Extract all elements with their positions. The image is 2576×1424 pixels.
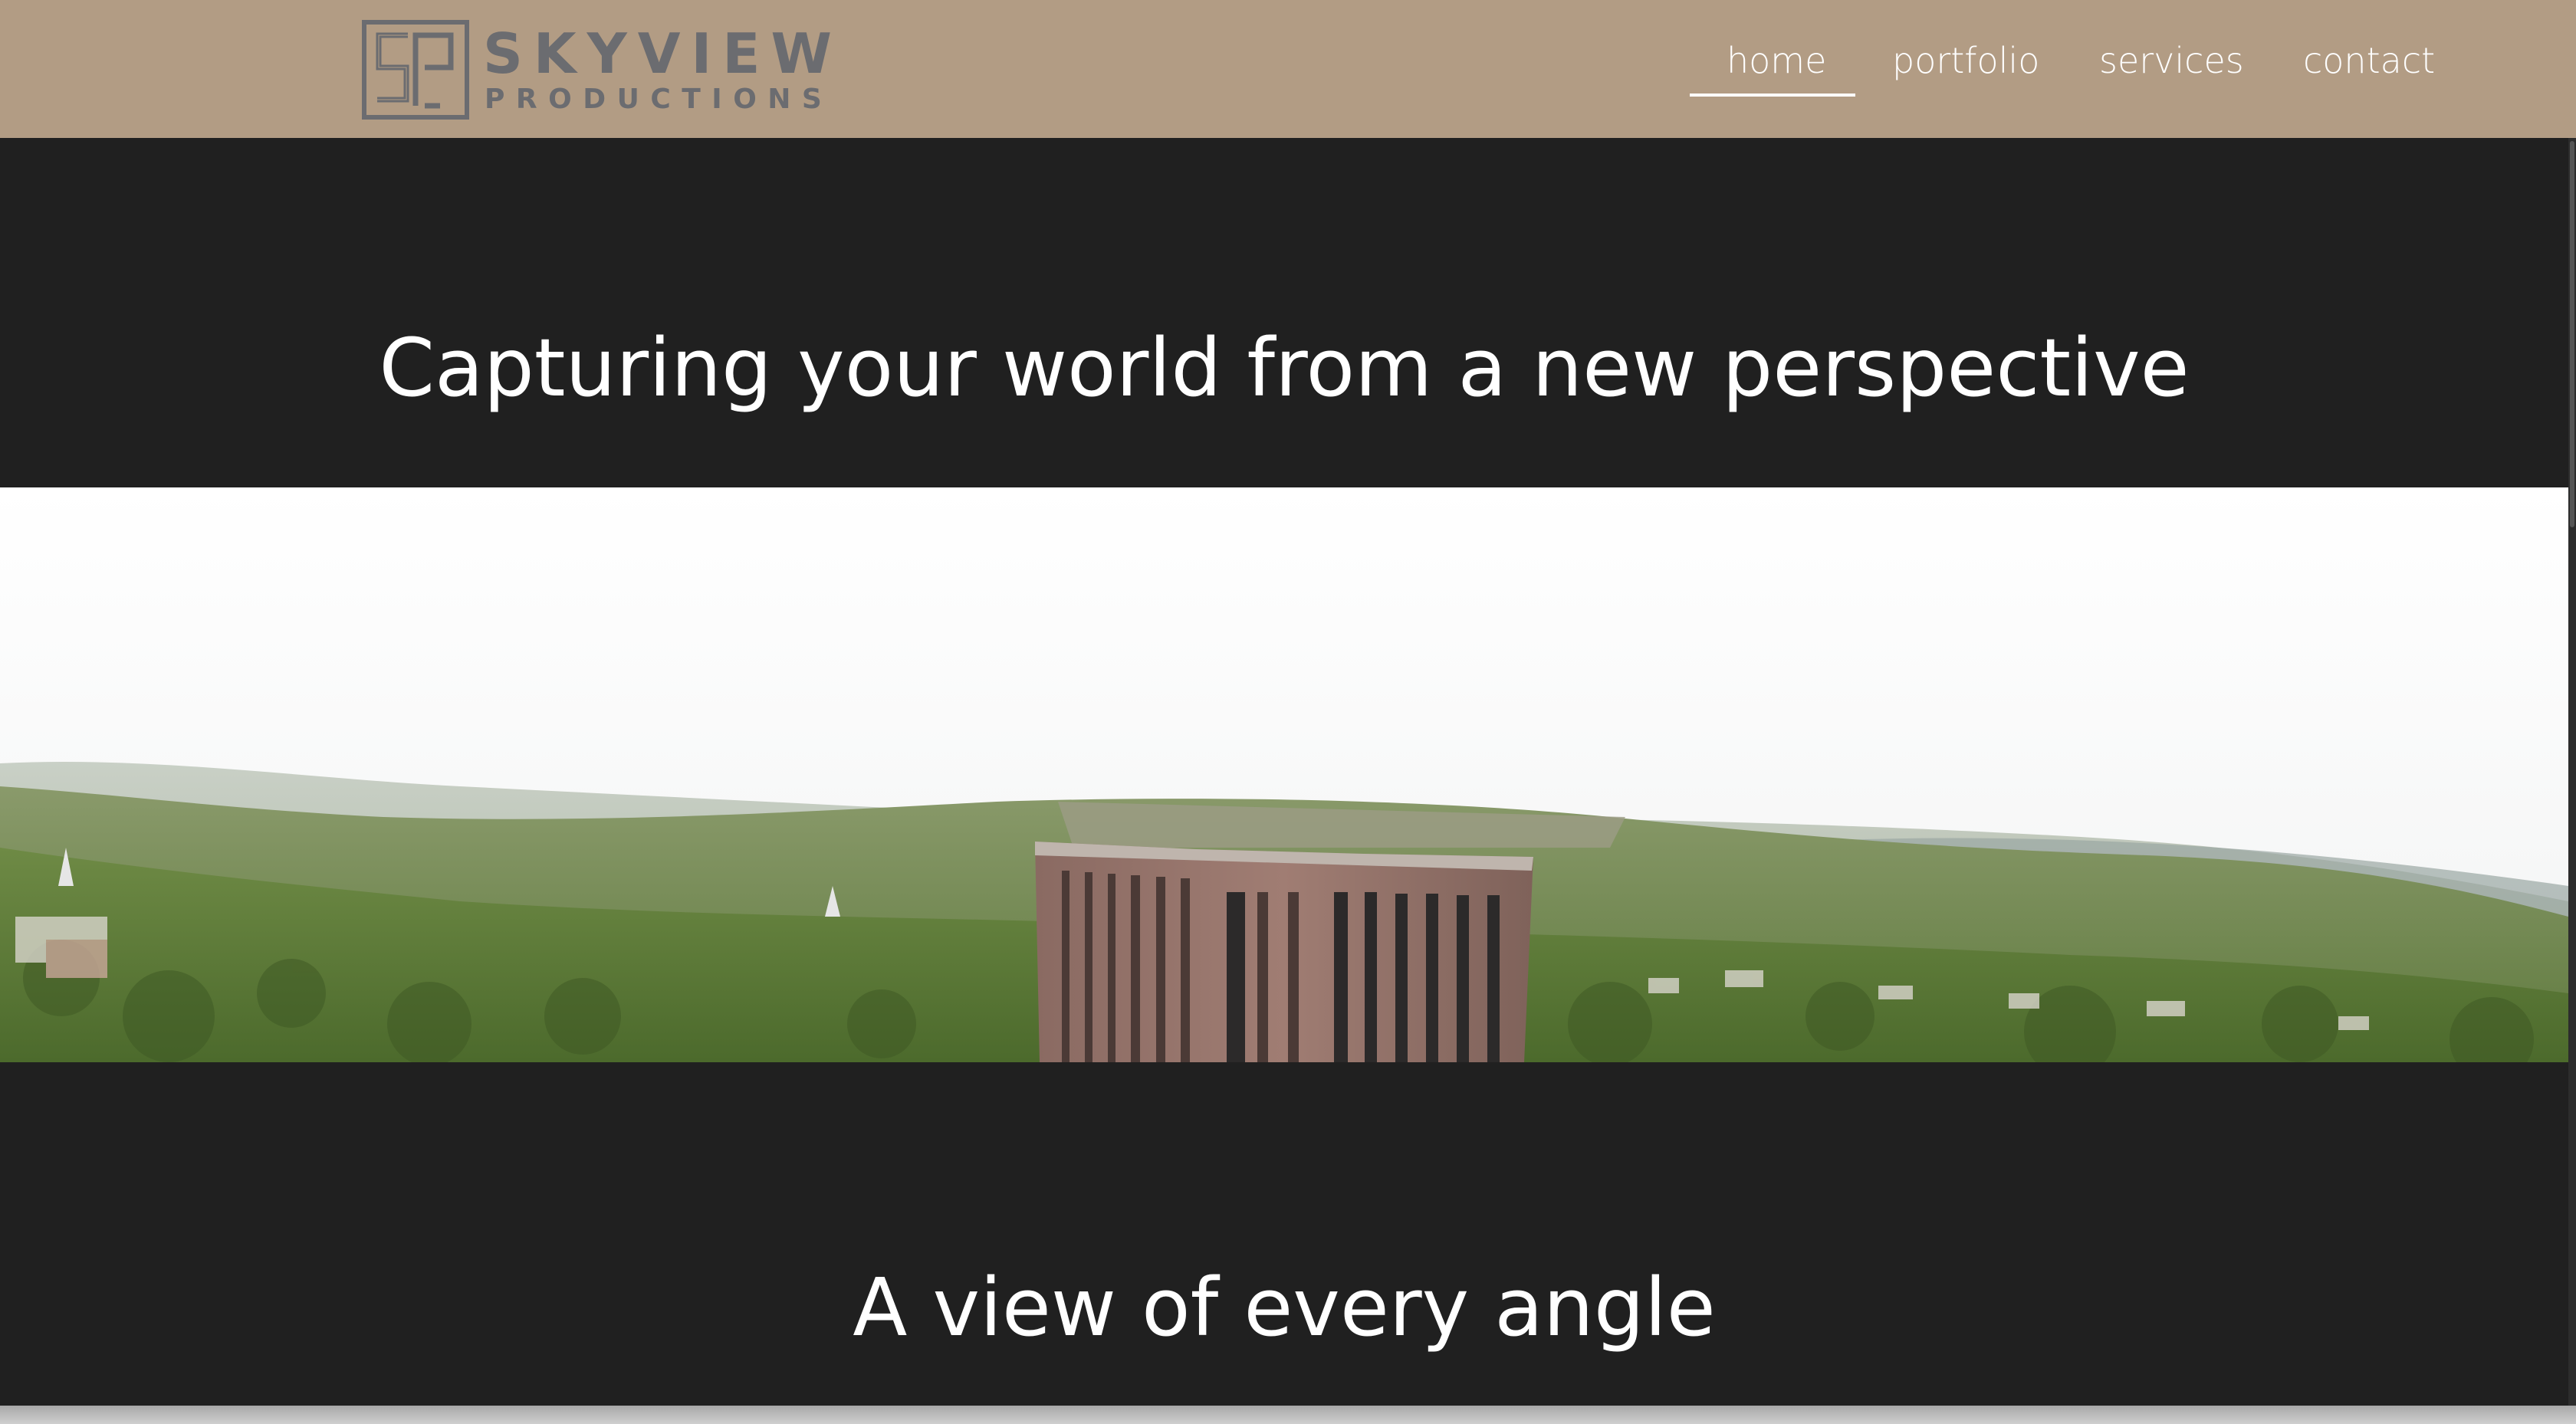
main-nav: home portfolio services contact [1690, 37, 2456, 101]
page: SKYVIEW PRODUCTIONS home portfolio servi… [0, 0, 2576, 1424]
nav-item-home[interactable]: home [1727, 37, 1826, 84]
nav-item-contact[interactable]: contact [2303, 37, 2435, 84]
site-header: SKYVIEW PRODUCTIONS home portfolio servi… [0, 0, 2576, 138]
page-scrollbar[interactable] [2568, 138, 2576, 1406]
section-headline: A view of every angle [853, 1261, 1716, 1355]
brand-name: SKYVIEW [483, 21, 843, 86]
aerial-photo [0, 487, 2568, 1062]
brand-tagline: PRODUCTIONS [485, 84, 833, 115]
nav-item-portfolio[interactable]: portfolio [1892, 37, 2039, 84]
sp-monogram-icon [362, 20, 469, 120]
bottom-edge [0, 1406, 2576, 1424]
angle-section: A view of every angle [0, 1062, 2568, 1406]
nav-item-services[interactable]: services [2099, 37, 2244, 84]
active-nav-indicator [1690, 94, 1855, 97]
hero-headline: Capturing your world from a new perspect… [379, 320, 2190, 415]
scrollbar-thumb[interactable] [2570, 141, 2574, 527]
aerial-landscape-image [0, 487, 2568, 1062]
hero-section: Capturing your world from a new perspect… [0, 138, 2568, 487]
brand-logo[interactable]: SKYVIEW PRODUCTIONS [362, 20, 832, 121]
